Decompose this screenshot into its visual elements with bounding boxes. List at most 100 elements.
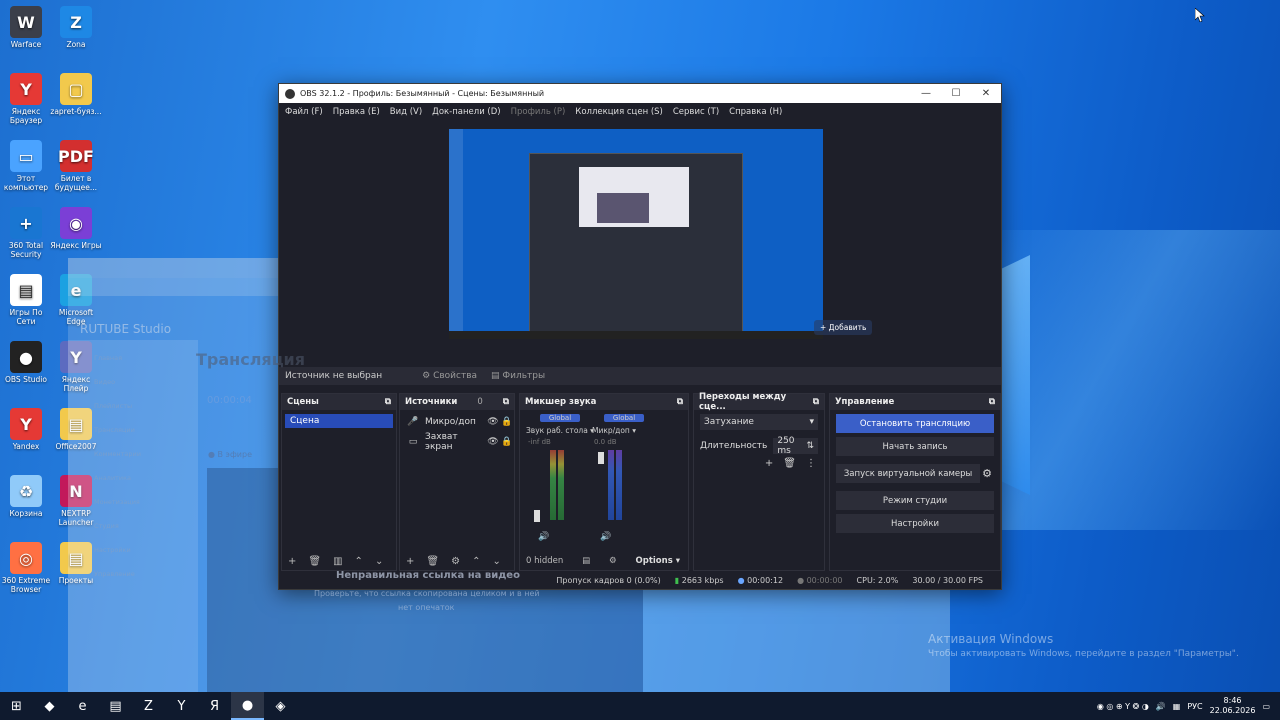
desktop-icon-label: Билет в будущее...	[54, 174, 98, 192]
dock-popout-icon[interactable]: ⧉	[503, 397, 509, 407]
obs-preview-canvas[interactable]	[449, 129, 823, 339]
dock-popout-icon[interactable]: ⧉	[989, 397, 995, 407]
desktop-icon[interactable]: ▢ zapret-буяз...	[50, 73, 102, 116]
desktop-icon[interactable]: Y Яндекс Браузер	[0, 73, 52, 125]
volume-slider-2[interactable]	[598, 452, 604, 464]
properties-button[interactable]: ⚙ Свойства	[422, 371, 477, 381]
channel-badge: Global	[604, 414, 644, 422]
desktop-icon[interactable]: ▤ Игры По Сети	[0, 274, 52, 326]
move-up-icon[interactable]: ⌃	[472, 556, 480, 567]
mixer-settings-icon[interactable]: ⚙	[609, 556, 617, 566]
preview-nested-window-core	[597, 193, 649, 223]
start-record-button[interactable]: Начать запись	[836, 437, 994, 456]
channel-2-db: 0.0 dB	[594, 438, 617, 446]
add-scene-icon[interactable]: +	[288, 556, 296, 567]
more-icon[interactable]: ⋮	[806, 458, 816, 469]
virtual-camera-button[interactable]: Запуск виртуальной камеры	[836, 464, 981, 483]
sources-dock: Источники 0 ⧉ 🎤 Микро/доп 👁 🔒 ▭ Захват экр…	[399, 393, 515, 571]
desktop-icon[interactable]: Y Yandex	[0, 408, 52, 451]
menu-item[interactable]: Правка (E)	[333, 107, 380, 117]
clock-time: 8:46	[1223, 696, 1242, 705]
desktop-icon[interactable]: +360 Total Security	[0, 207, 52, 259]
taskbar-app-icon[interactable]: ◈	[264, 692, 297, 720]
speaker-icon[interactable]: 🔊	[600, 532, 611, 542]
menu-item[interactable]: Док-панели (D)	[432, 107, 500, 117]
move-down-icon[interactable]: ⌄	[375, 556, 383, 567]
desktop-icon[interactable]: ◎ 360 Extreme Browser	[0, 542, 52, 594]
desktop-icon[interactable]: PDF Билет в будущее...	[50, 140, 102, 192]
clock[interactable]: 8:46 22.06.2026	[1210, 696, 1256, 716]
taskbar-app-icon[interactable]: Z	[132, 692, 165, 720]
ghost-sidebar-item: Видео	[94, 378, 116, 386]
spinner-icon[interactable]: ⇅	[806, 441, 814, 451]
preview-taskbar	[449, 331, 823, 339]
remove-source-icon[interactable]: 🗑	[426, 556, 439, 567]
activation-title: Активация Windows	[928, 632, 1054, 646]
mouse-cursor-icon	[1195, 8, 1205, 22]
desktop-icon[interactable]: ▭ Этот компьютер	[0, 140, 52, 192]
sources-count: 0	[477, 397, 483, 407]
transition-select[interactable]: Затухание ▾	[700, 414, 818, 430]
stop-stream-button[interactable]: Остановить трансляцию	[836, 414, 994, 433]
lock-icon[interactable]: 🔒	[500, 437, 514, 447]
ghost-onair: ● В эфире	[208, 450, 252, 459]
taskbar-app-icon[interactable]: e	[66, 692, 99, 720]
channel-1-label[interactable]: Звук раб. стола ▾	[526, 426, 594, 435]
start-button[interactable]: ⊞	[0, 692, 33, 720]
maximize-icon[interactable]: ☐	[941, 88, 971, 99]
menu-item[interactable]: Справка (H)	[729, 107, 782, 117]
desktop-icon-label: Игры По Сети	[9, 308, 43, 326]
desktop-icon[interactable]: Z Zona	[50, 6, 102, 49]
studio-mode-button[interactable]: Режим студии	[836, 491, 994, 510]
settings-button[interactable]: Настройки	[836, 514, 994, 533]
menu-item[interactable]: Сервис (T)	[673, 107, 719, 117]
taskbar-app-icon[interactable]: Y	[165, 692, 198, 720]
add-transition-icon[interactable]: +	[765, 458, 773, 469]
source-item-mic[interactable]: 🎤 Микро/доп 👁 🔒	[400, 412, 514, 432]
desktop-icon[interactable]: ◉ Яндекс Игры	[50, 207, 102, 250]
source-item-capture[interactable]: ▭ Захват экран 👁 🔒	[400, 432, 514, 452]
gear-icon[interactable]: ⚙	[982, 467, 992, 480]
taskbar-app-icon[interactable]: ◆	[33, 692, 66, 720]
move-up-icon[interactable]: ⌃	[355, 556, 363, 567]
lock-icon[interactable]: 🔒	[500, 417, 514, 427]
dock-popout-icon[interactable]: ⧉	[385, 397, 391, 407]
taskbar-app-icon[interactable]: ●	[231, 692, 264, 720]
dock-popout-icon[interactable]: ⧉	[813, 397, 819, 407]
taskbar-app-icon[interactable]: ▤	[99, 692, 132, 720]
close-icon[interactable]: ✕	[971, 88, 1001, 99]
eye-icon[interactable]: 👁	[486, 417, 500, 427]
menu-item[interactable]: Вид (V)	[390, 107, 422, 117]
menu-item[interactable]: Профиль (P)	[511, 107, 566, 117]
eye-icon[interactable]: 👁	[486, 437, 500, 447]
remove-scene-icon[interactable]: 🗑	[308, 556, 321, 567]
volume-slider-1[interactable]	[534, 510, 540, 522]
dock-popout-icon[interactable]: ⧉	[677, 397, 683, 407]
desktop-icon[interactable]: ♻ Корзина	[0, 475, 52, 518]
network-icon[interactable]: ▦	[1173, 702, 1181, 711]
volume-icon[interactable]: 🔊	[1156, 702, 1166, 711]
move-down-icon[interactable]: ⌄	[492, 556, 500, 567]
duration-input[interactable]: 250 ms ⇅	[773, 436, 818, 456]
filters-button[interactable]: ▤ Фильтры	[491, 371, 545, 381]
scene-filter-icon[interactable]: ▥	[333, 556, 342, 567]
cpu-usage: CPU: 2.0%	[856, 575, 899, 585]
speaker-icon[interactable]: 🔊	[538, 532, 549, 542]
scene-item[interactable]: Сцена	[285, 414, 393, 428]
language-indicator[interactable]: РУС	[1187, 702, 1202, 711]
notifications-icon[interactable]: ▭	[1262, 702, 1270, 711]
menu-item[interactable]: Коллекция сцен (S)	[575, 107, 663, 117]
minimize-icon[interactable]: —	[911, 88, 941, 99]
mixer-layout-icon[interactable]: ▤	[582, 556, 590, 566]
desktop-icon[interactable]: ● OBS Studio	[0, 341, 52, 384]
remove-transition-icon[interactable]: 🗑	[783, 458, 796, 469]
source-settings-icon[interactable]: ⚙	[451, 556, 460, 567]
desktop-icon[interactable]: W Warface	[0, 6, 52, 49]
channel-2-label[interactable]: Микр/доп ▾	[592, 426, 636, 435]
menu-item[interactable]: Файл (F)	[285, 107, 323, 117]
tray-app-icons[interactable]: ◉ ◎ ⊕ Y ❂ ◑	[1097, 702, 1149, 711]
source-name: Захват экран	[425, 432, 458, 452]
taskbar-app-icon[interactable]: Я	[198, 692, 231, 720]
mixer-options-button[interactable]: Options ▾	[636, 556, 680, 566]
add-source-icon[interactable]: +	[406, 556, 414, 567]
